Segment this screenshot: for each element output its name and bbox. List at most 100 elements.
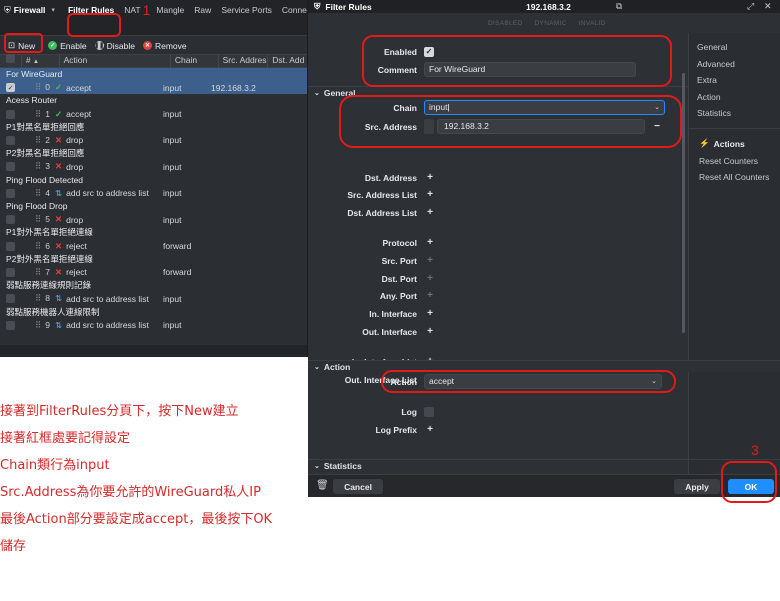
tab-mangle[interactable]: Mangle (151, 0, 189, 20)
remove-button[interactable]: ✕ Remove (142, 41, 187, 51)
rule-group-comment[interactable]: 弱點服務機器人連線限制 (0, 306, 307, 319)
row-checkbox[interactable] (6, 320, 15, 330)
sidebar-item-statistics[interactable]: Statistics (689, 105, 780, 122)
protocol-row: Protocol + (308, 234, 688, 251)
rule-group-comment[interactable]: Acess Router (0, 94, 307, 107)
drag-handle-icon[interactable]: ⠿ (35, 109, 41, 119)
header-checkbox[interactable] (0, 54, 22, 68)
copy-icon[interactable]: ⧉ (616, 1, 622, 12)
chain-select[interactable]: input | ⌄ (424, 100, 665, 115)
any-port-label: Any. Port (379, 290, 417, 301)
statistics-section-header[interactable]: ⌄ Statistics (308, 459, 780, 471)
rule-group-comment[interactable]: P1對外黑名單拒絕連線 (0, 226, 307, 239)
table-row[interactable]: ⠿ 2 ✕ drop input (0, 134, 307, 147)
add-any-port-button[interactable]: + (424, 290, 436, 302)
row-checkbox[interactable] (6, 294, 15, 304)
rule-window-footer: 🗑 Cancel Apply OK (308, 474, 780, 497)
remove-src-address-button[interactable]: − (651, 121, 663, 133)
drag-handle-icon[interactable]: ⠿ (35, 267, 41, 277)
table-row[interactable]: ⠿ 1 ✓ accept input (0, 107, 307, 120)
add-dst-port-button[interactable]: + (424, 273, 436, 285)
expand-icon[interactable]: ⤢ (747, 1, 754, 12)
row-number-text: 3 (45, 161, 50, 172)
row-checkbox[interactable] (6, 215, 15, 225)
header-src-address[interactable]: Src. Addres (219, 54, 269, 68)
rule-group-comment[interactable]: Ping Flood Detected (0, 174, 307, 187)
row-checkbox[interactable] (6, 162, 15, 172)
row-checkbox[interactable] (6, 135, 15, 145)
log-checkbox[interactable] (424, 406, 434, 417)
rule-group-comment[interactable]: Ping Flood Drop (0, 200, 307, 213)
row-checkbox[interactable] (6, 267, 15, 277)
drag-handle-icon[interactable]: ⠿ (35, 135, 41, 145)
negate-toggle[interactable] (424, 119, 434, 134)
lightning-icon: ⚡ (699, 138, 710, 148)
table-row[interactable]: ✓ ⠿ 0 ✓ accept input 192.168.3.2 (0, 81, 307, 95)
comment-field[interactable]: For WireGuard (424, 62, 636, 77)
row-action-text: accept (66, 82, 92, 93)
drag-handle-icon[interactable]: ⠿ (35, 320, 41, 330)
drag-handle-icon[interactable]: ⠿ (35, 241, 41, 251)
add-dst-address-list-button[interactable]: + (424, 207, 436, 219)
tab-service-ports[interactable]: Service Ports (216, 0, 277, 20)
reset-all-counters-link[interactable]: Reset All Counters (689, 169, 780, 185)
ok-button[interactable]: OK (728, 479, 774, 494)
chevron-down-icon[interactable]: ▾ (51, 6, 55, 14)
table-row[interactable]: ⠿ 9 ⇅ add src to address list input (0, 319, 307, 332)
sidebar-item-advanced[interactable]: Advanced (689, 56, 780, 73)
rule-group-comment[interactable]: P2對黑名單拒絕回應 (0, 147, 307, 160)
add-log-prefix-button[interactable]: + (424, 424, 436, 436)
header-action[interactable]: Action (60, 54, 171, 68)
add-in-interface-button[interactable]: + (424, 308, 436, 320)
row-checkbox[interactable] (6, 109, 15, 119)
row-action: ✕ drop (55, 214, 163, 225)
add-out-interface-button[interactable]: + (424, 326, 436, 338)
sidebar-item-general[interactable]: General (689, 39, 780, 56)
disable-button[interactable]: ❚❚ Disable (94, 41, 135, 51)
tab-connections[interactable]: Connec (277, 0, 307, 20)
action-select[interactable]: accept ⌄ (424, 374, 662, 389)
header-dst-address[interactable]: Dst. Add (268, 54, 307, 68)
header-chain[interactable]: Chain (171, 54, 219, 68)
rule-group-comment[interactable]: 弱點服務連線規則記錄 (0, 279, 307, 292)
tab-raw[interactable]: Raw (189, 0, 216, 20)
sidebar-item-action[interactable]: Action (689, 89, 780, 106)
rule-group-comment[interactable]: For WireGuard (0, 68, 307, 81)
row-number-text: 6 (45, 240, 50, 251)
table-row[interactable]: ⠿ 7 ✕ reject forward (0, 266, 307, 279)
horizontal-scrollbar[interactable] (0, 345, 307, 357)
close-icon[interactable]: ✕ (764, 1, 772, 12)
table-row[interactable]: ⠿ 4 ⇅ add src to address list input (0, 187, 307, 200)
add-src-address-list-button[interactable]: + (424, 189, 436, 201)
header-number[interactable]: # ▲ (22, 54, 60, 68)
rule-group-comment[interactable]: P1對黑名單拒絕回應 (0, 121, 307, 134)
drag-handle-icon[interactable]: ⠿ (35, 188, 41, 198)
new-button[interactable]: ⊡ New (8, 40, 35, 51)
table-row[interactable]: ⠿ 8 ⇅ add src to address list input (0, 292, 307, 305)
table-row[interactable]: ⠿ 6 ✕ reject forward (0, 239, 307, 252)
enabled-checkbox[interactable]: ✓ (424, 46, 434, 57)
row-checkbox[interactable]: ✓ (6, 83, 15, 93)
add-dst-address-button[interactable]: + (424, 172, 436, 184)
tab-filter-rules[interactable]: Filter Rules (63, 0, 119, 20)
rule-group-comment[interactable]: P2對外黑名單拒絕連線 (0, 253, 307, 266)
vertical-scrollbar[interactable] (682, 73, 685, 333)
table-row[interactable]: ⠿ 5 ✕ drop input (0, 213, 307, 226)
drag-handle-icon[interactable]: ⠿ (35, 82, 41, 92)
row-checkbox[interactable] (6, 188, 15, 198)
sidebar-item-extra[interactable]: Extra (689, 72, 780, 89)
reset-counters-link[interactable]: Reset Counters (689, 153, 780, 169)
drag-handle-icon[interactable]: ⠿ (35, 214, 41, 224)
enable-button[interactable]: ✓ Enable (48, 41, 87, 51)
drag-handle-icon[interactable]: ⠿ (35, 293, 41, 303)
apply-button[interactable]: Apply (674, 479, 720, 494)
add-src-port-button[interactable]: + (424, 255, 436, 267)
drag-handle-icon[interactable]: ⠿ (35, 161, 41, 171)
row-checkbox[interactable] (6, 241, 15, 251)
add-protocol-button[interactable]: + (424, 237, 436, 249)
src-address-field[interactable]: 192.168.3.2 (437, 119, 645, 134)
table-row[interactable]: ⠿ 3 ✕ drop input (0, 160, 307, 173)
general-section-header[interactable]: ⌄ General (308, 86, 688, 98)
cancel-button[interactable]: Cancel (333, 479, 383, 494)
action-section-header[interactable]: ⌄ Action (308, 360, 780, 372)
